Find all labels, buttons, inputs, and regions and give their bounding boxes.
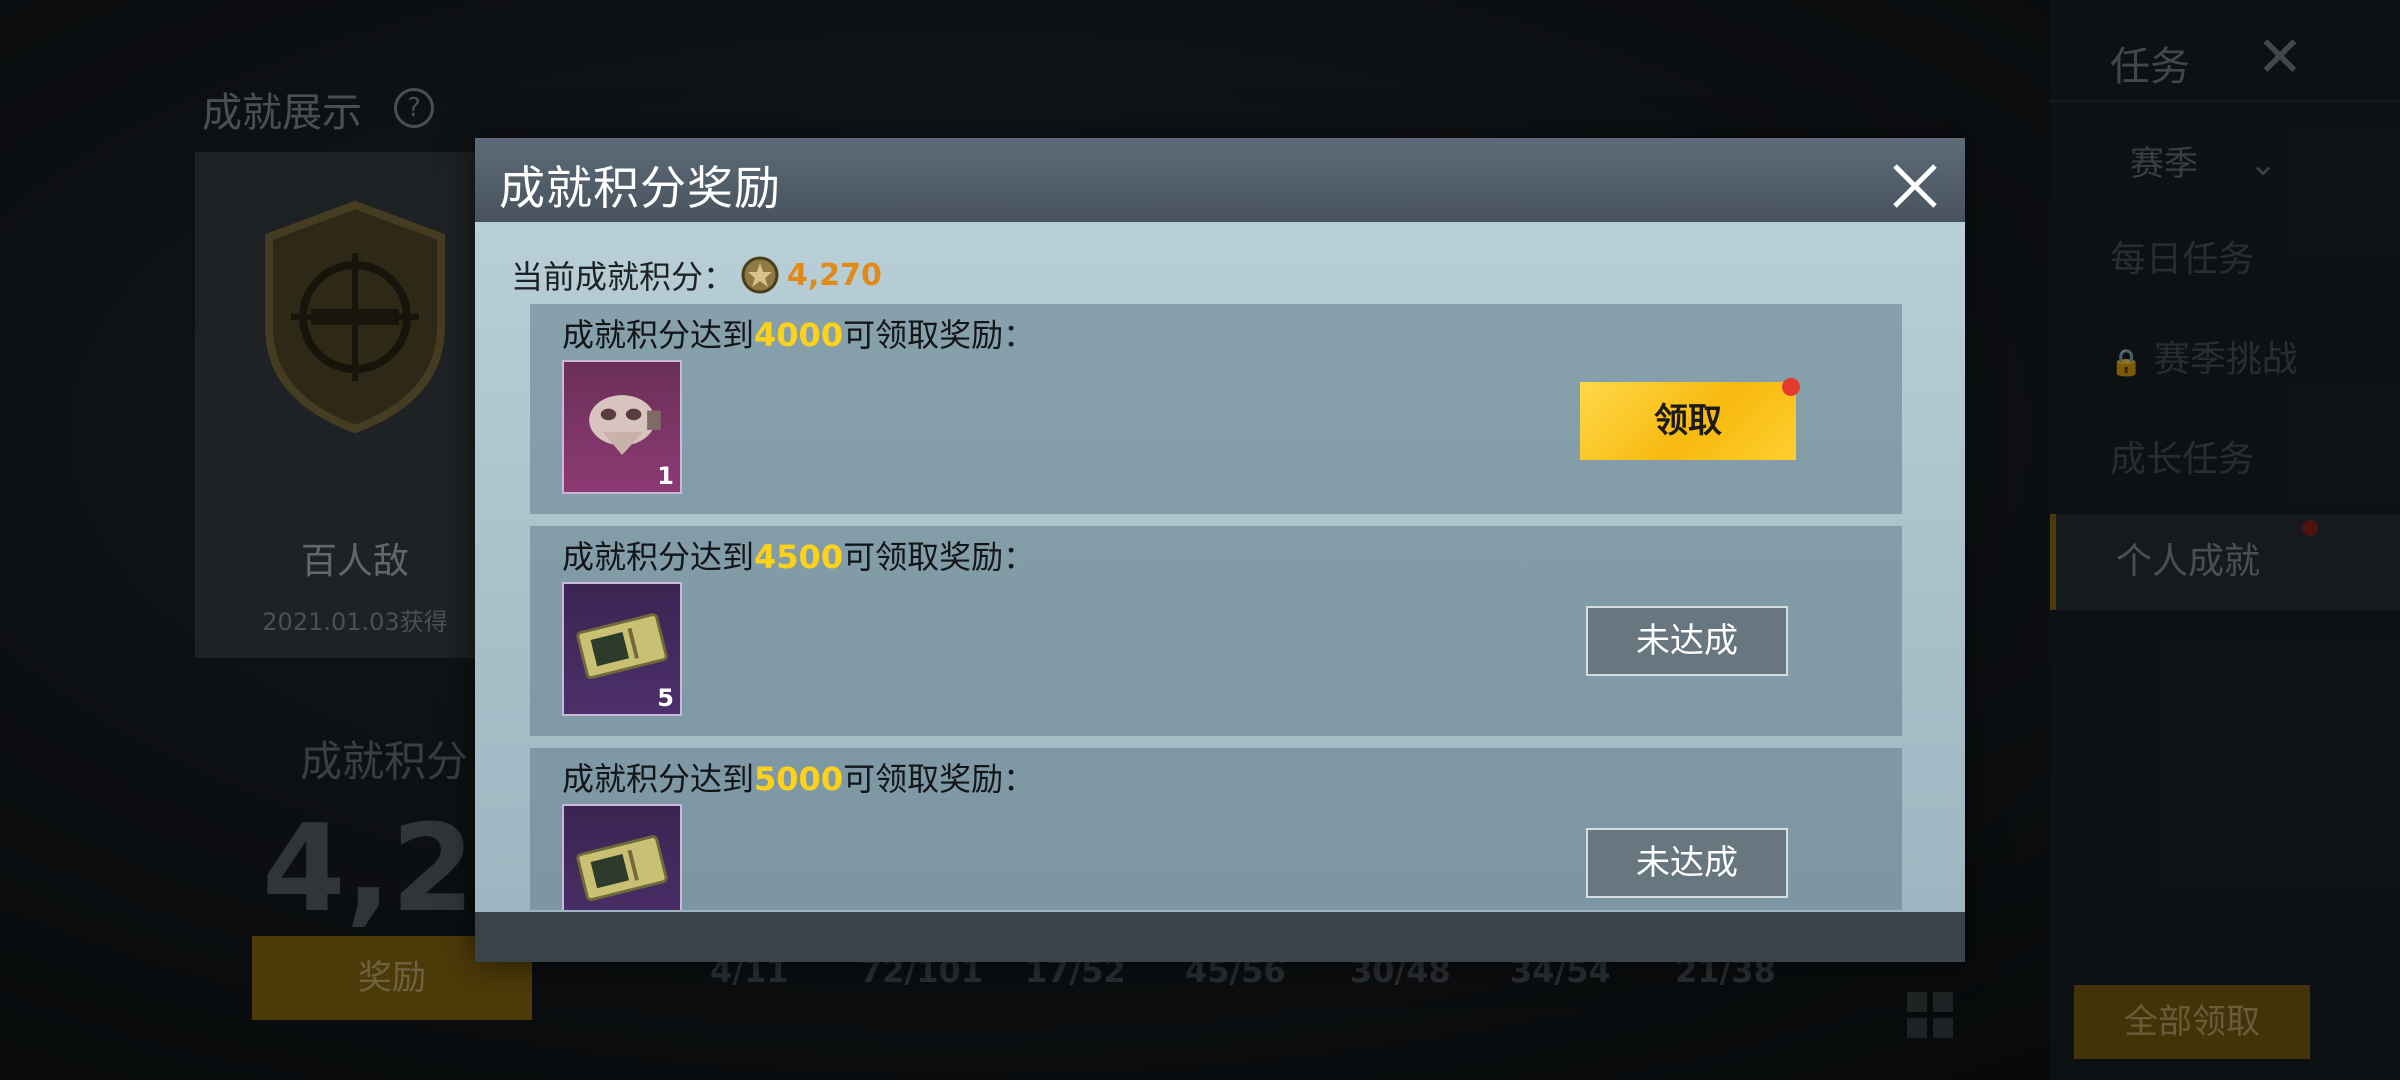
modal-footer xyxy=(475,912,1965,962)
achievement-reward-modal: 成就积分奖励 当前成就积分： 4,270 成就积分达到4000可领取奖励： 1 … xyxy=(475,138,1965,962)
achievement-point-icon xyxy=(741,256,779,294)
list-item: 成就积分达到4500可领取奖励： 5 未达成 xyxy=(530,526,1902,736)
reward-condition-prefix: 成就积分达到 xyxy=(562,538,755,576)
reward-condition-prefix: 成就积分达到 xyxy=(562,316,755,354)
modal-body: 当前成就积分： 4,270 成就积分达到4000可领取奖励： 1 领取 成就积分… xyxy=(475,222,1965,912)
list-item: 成就积分达到5000可领取奖励： 未达成 xyxy=(530,748,1902,910)
reward-item[interactable] xyxy=(562,804,682,910)
not-achieved-button[interactable]: 未达成 xyxy=(1586,606,1788,676)
reward-condition-suffix: 可领取奖励： xyxy=(843,316,1036,354)
reward-item[interactable]: 1 xyxy=(562,360,682,494)
modal-title: 成就积分奖励 xyxy=(499,161,781,215)
current-score-value: 4,270 xyxy=(787,257,882,293)
modal-header: 成就积分奖励 xyxy=(475,138,1965,222)
reward-condition: 成就积分达到5000可领取奖励： xyxy=(562,754,1035,800)
claim-button-label: 领取 xyxy=(1654,401,1722,441)
item-quantity: 1 xyxy=(657,462,674,490)
notification-dot xyxy=(1782,378,1800,396)
ticket-icon xyxy=(576,835,668,902)
close-icon[interactable] xyxy=(1885,156,1945,216)
reward-threshold: 5000 xyxy=(754,760,844,798)
current-score-label: 当前成就积分： xyxy=(511,258,736,296)
item-quantity: 5 xyxy=(657,684,674,712)
reward-condition-suffix: 可领取奖励： xyxy=(843,760,1036,798)
reward-condition: 成就积分达到4500可领取奖励： xyxy=(562,532,1035,578)
list-item: 成就积分达到4000可领取奖励： 1 领取 xyxy=(530,304,1902,514)
claim-button[interactable]: 领取 xyxy=(1580,378,1800,460)
reward-threshold: 4500 xyxy=(754,538,844,576)
current-score-row: 当前成就积分： 4,270 xyxy=(511,252,882,298)
reward-item[interactable]: 5 xyxy=(562,582,682,716)
reward-condition-prefix: 成就积分达到 xyxy=(562,760,755,798)
not-achieved-button[interactable]: 未达成 xyxy=(1586,828,1788,898)
reward-condition: 成就积分达到4000可领取奖励： xyxy=(562,310,1035,356)
reward-threshold: 4000 xyxy=(754,316,844,354)
reward-condition-suffix: 可领取奖励： xyxy=(843,538,1036,576)
reward-list[interactable]: 成就积分达到4000可领取奖励： 1 领取 成就积分达到4500可领取奖励： 5… xyxy=(530,304,1902,910)
